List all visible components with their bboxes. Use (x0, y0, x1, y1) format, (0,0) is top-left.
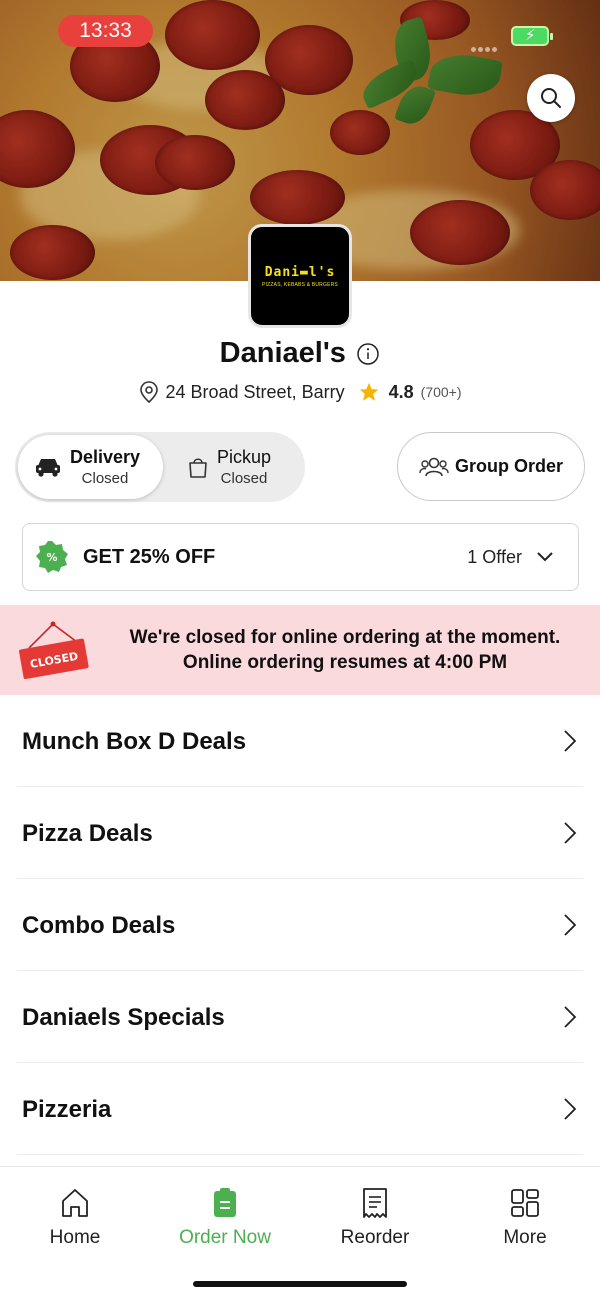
chevron-down-icon (537, 552, 553, 562)
tab-more[interactable]: More (465, 1185, 585, 1249)
group-icon (419, 457, 449, 476)
logo-name: Dani▬l's (264, 264, 336, 280)
receipt-icon (363, 1188, 387, 1218)
group-order-button[interactable]: Group Order (397, 432, 585, 501)
tab-more-label: More (503, 1227, 547, 1248)
order-icon (214, 1188, 236, 1217)
delivery-label: Delivery (70, 447, 141, 467)
svg-text:%: % (46, 551, 57, 564)
shopping-bag-icon (189, 458, 207, 478)
offer-count: 1 Offer (467, 546, 522, 567)
chevron-right-icon (564, 1098, 577, 1120)
search-icon (541, 88, 561, 108)
address-row: 24 Broad Street, Barry 4.8 (700+) (0, 380, 600, 404)
chevron-right-icon (564, 914, 577, 936)
tab-home[interactable]: Home (15, 1185, 135, 1249)
search-button[interactable] (527, 74, 575, 122)
restaurant-logo: Dani▬l's PIZZAS, KEBABS & BURGERS (248, 224, 352, 328)
category-name: Munch Box D Deals (22, 728, 247, 755)
info-icon[interactable] (356, 342, 380, 366)
restaurant-address: 24 Broad Street, Barry (165, 381, 345, 402)
status-time: 13:33 (58, 15, 153, 47)
category-row[interactable]: Munch Box D Deals (17, 695, 583, 787)
review-count: (700+) (420, 384, 462, 400)
restaurant-name: Daniael's (219, 337, 346, 369)
closed-notice-banner: CLOSED We're closed for online ordering … (0, 605, 600, 695)
delivery-status: Closed (81, 470, 129, 487)
category-row[interactable]: Daniaels Specials (17, 971, 583, 1063)
tab-reorder-label: Reorder (340, 1227, 410, 1248)
closed-sign-icon: CLOSED (19, 621, 89, 680)
pickup-option[interactable]: Pickup Closed (175, 435, 303, 499)
restaurant-title-row: Daniael's (0, 337, 600, 370)
category-name: Daniaels Specials (22, 1004, 225, 1031)
category-row[interactable]: Pizza Deals (17, 787, 583, 879)
category-name: Pizza Deals (22, 820, 153, 847)
closed-notice-line2: Online ordering resumes at 4:00 PM (182, 652, 508, 673)
grid-icon (511, 1189, 539, 1217)
rating-value: 4.8 (388, 381, 414, 402)
chevron-right-icon (564, 1006, 577, 1028)
category-list: Munch Box D Deals Pizza Deals Combo Deal… (0, 695, 600, 1155)
discount-badge-icon: % (36, 541, 68, 573)
fulfillment-toggle: Delivery Closed Pickup Closed (15, 432, 305, 502)
location-pin-icon (140, 381, 159, 404)
group-order-label: Group Order (454, 456, 563, 476)
offer-card[interactable]: % GET 25% OFF 1 Offer (22, 523, 579, 591)
battery-charging-icon: ⚡ (511, 26, 553, 46)
tab-reorder[interactable]: Reorder (315, 1185, 435, 1249)
closed-notice-line1: We're closed for online ordering at the … (129, 627, 561, 648)
home-icon (62, 1189, 88, 1217)
delivery-option[interactable]: Delivery Closed (18, 435, 163, 499)
tab-home-label: Home (49, 1227, 101, 1248)
tab-order-now[interactable]: Order Now (165, 1185, 285, 1249)
signal-icon (471, 39, 503, 52)
logo-tagline: PIZZAS, KEBABS & BURGERS (262, 281, 338, 288)
chevron-right-icon (564, 822, 577, 844)
pickup-label: Pickup (217, 447, 272, 467)
star-icon (359, 382, 378, 401)
offer-title: GET 25% OFF (83, 545, 216, 568)
category-name: Combo Deals (22, 912, 176, 939)
car-icon (36, 459, 60, 477)
category-row[interactable]: Pizzeria (17, 1063, 583, 1155)
category-row[interactable]: Combo Deals (17, 879, 583, 971)
pickup-status: Closed (220, 470, 268, 487)
tab-order-now-label: Order Now (179, 1227, 271, 1248)
chevron-right-icon (564, 730, 577, 752)
bottom-tab-bar: Home Order Now Reorder More (0, 1166, 600, 1298)
category-name: Pizzeria (22, 1096, 112, 1123)
home-indicator (193, 1281, 407, 1287)
